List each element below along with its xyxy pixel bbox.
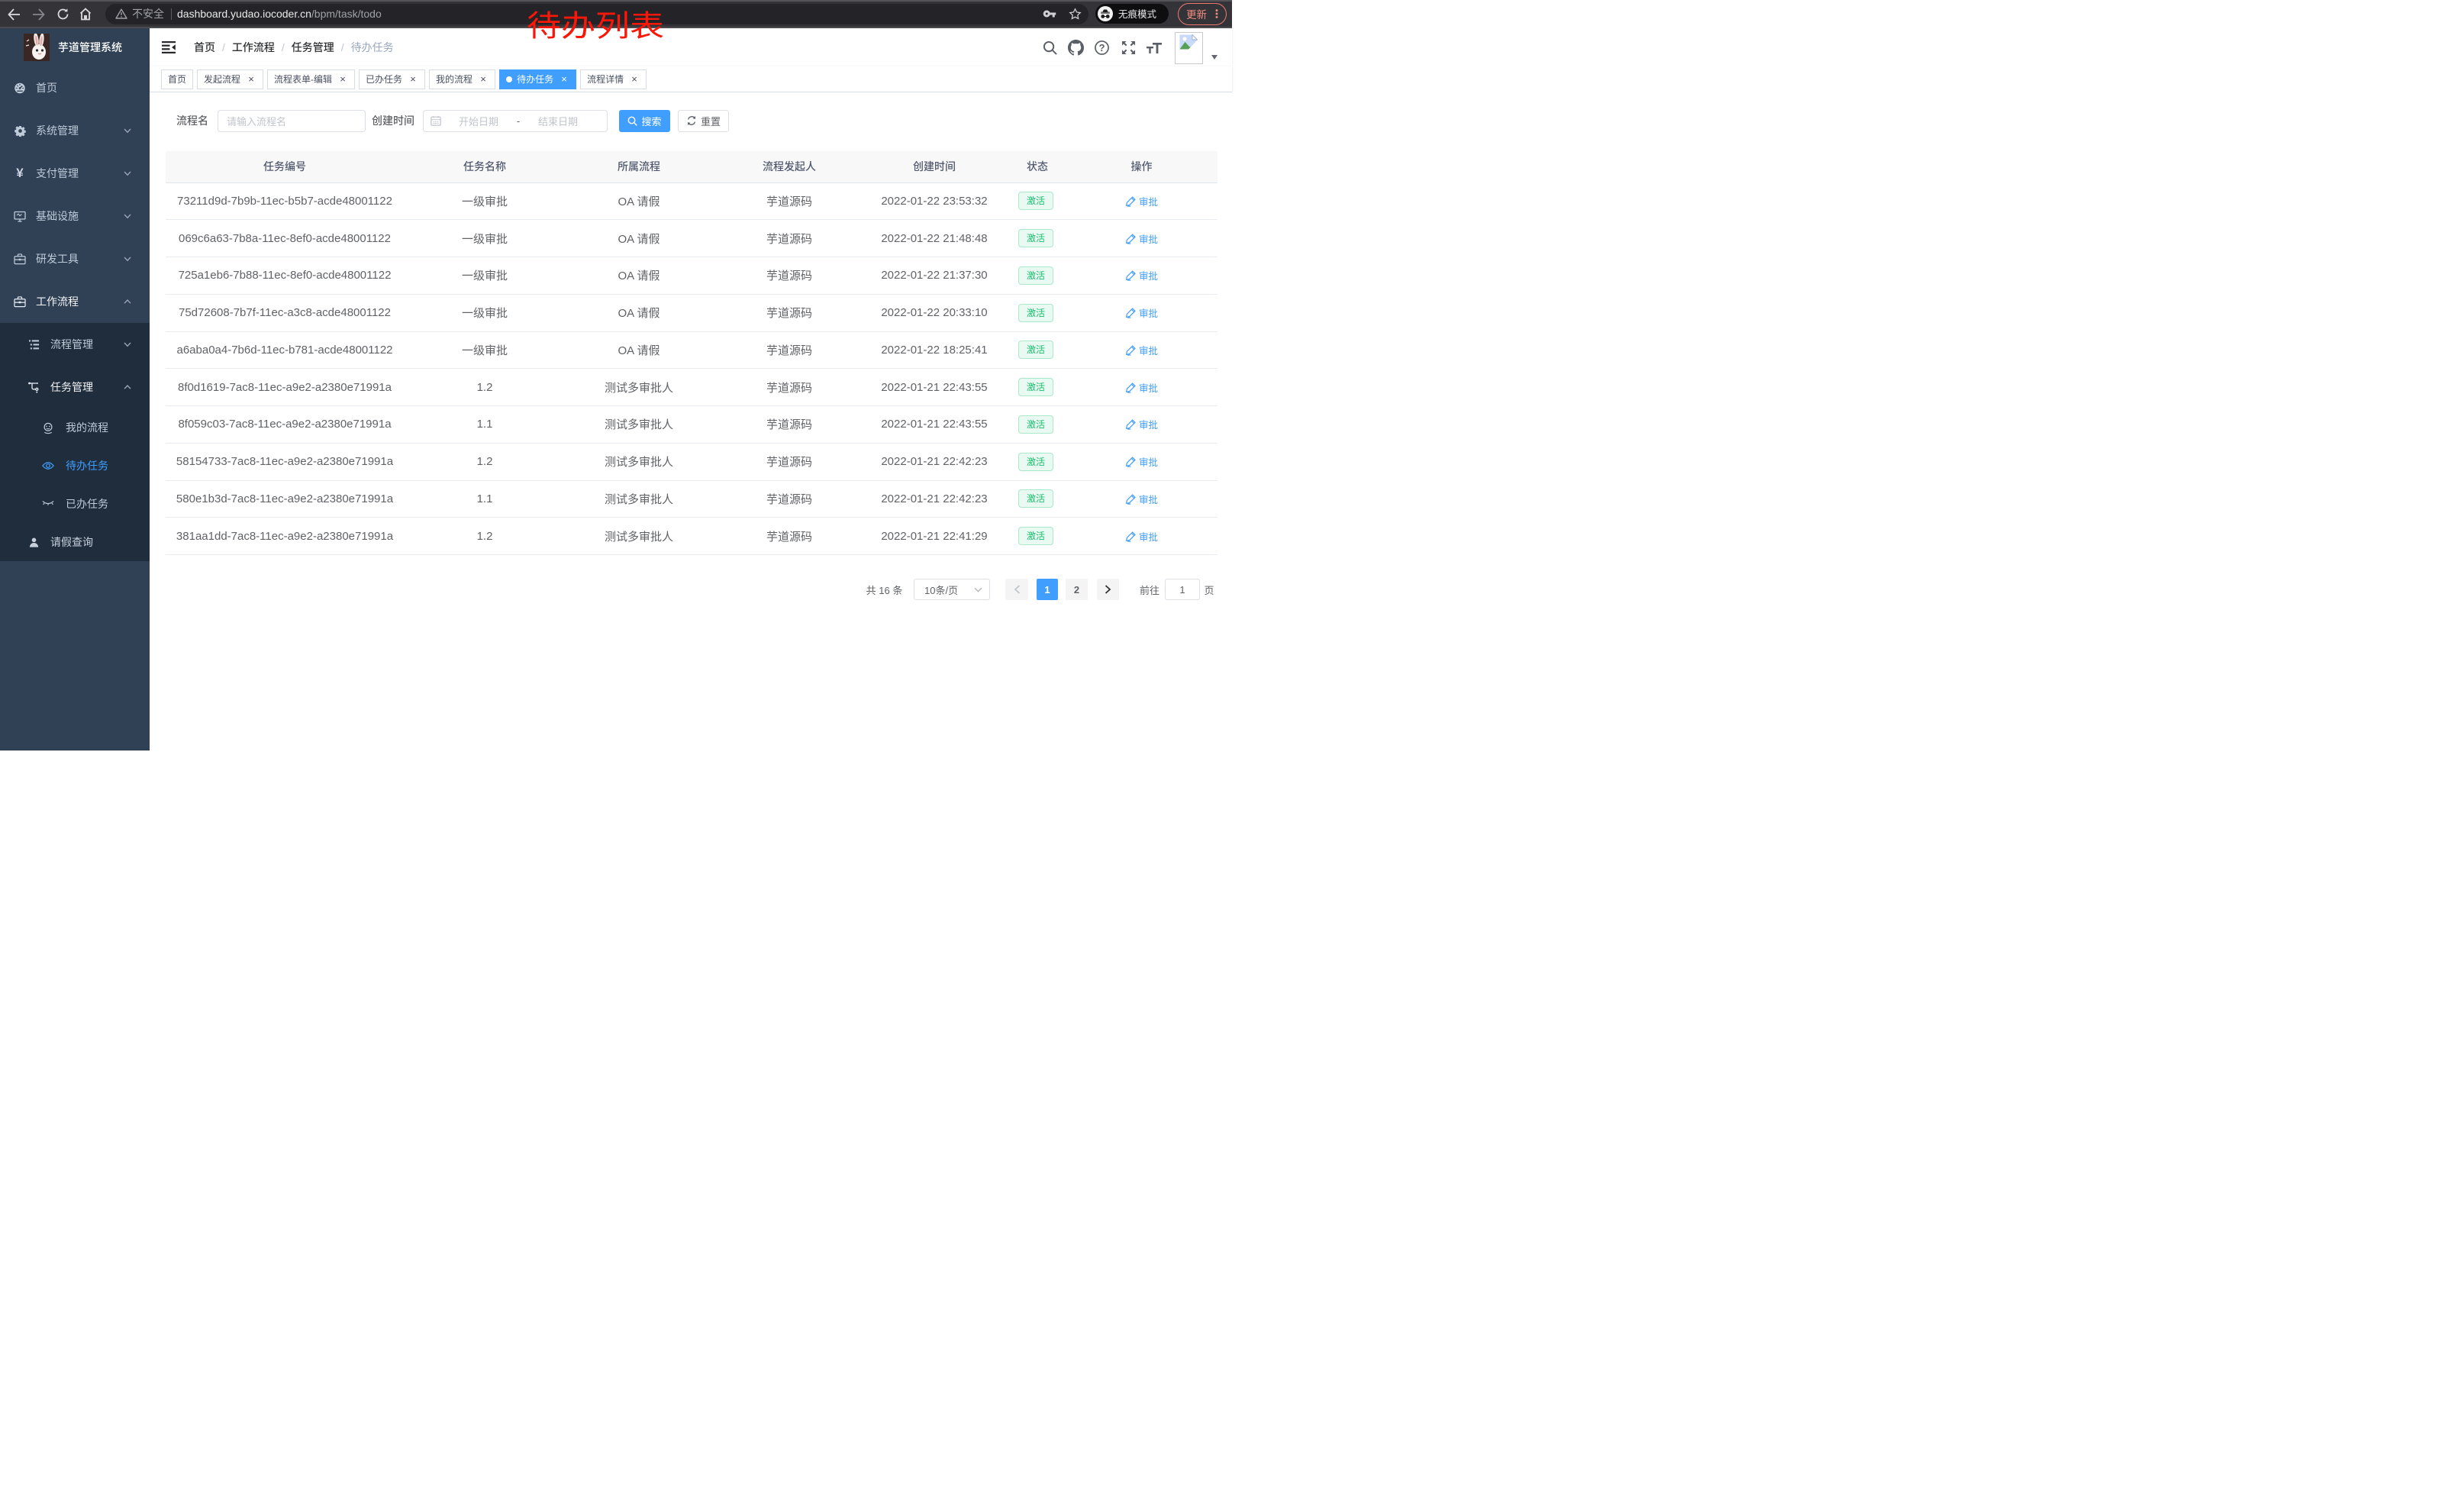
- svg-text:?: ?: [1098, 42, 1105, 53]
